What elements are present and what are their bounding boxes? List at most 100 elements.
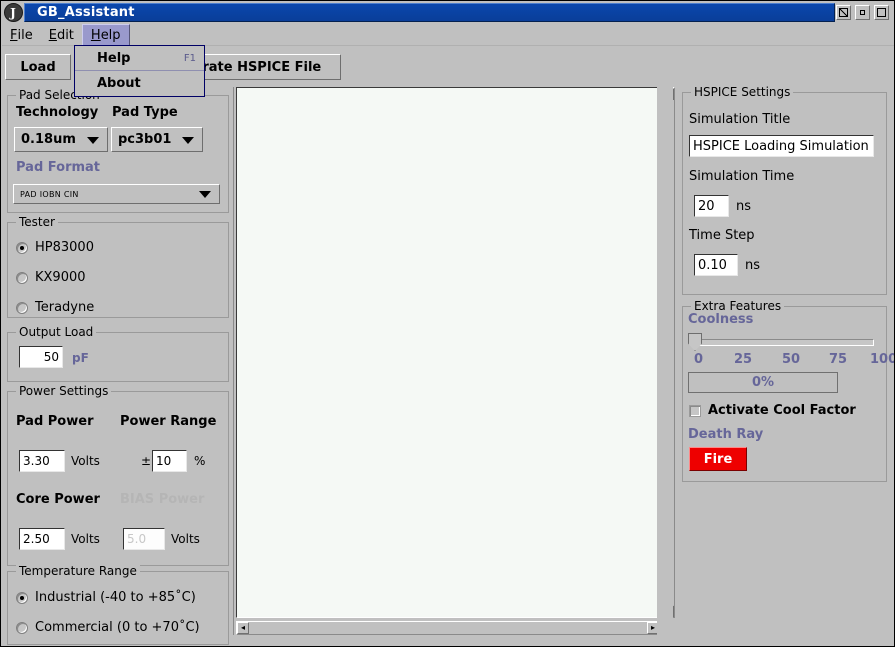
pad-format-value: PAD IOBN CIN [20, 189, 79, 199]
pad-power-units: Volts [71, 454, 100, 468]
tester-option-teradyne[interactable]: Teradyne [16, 300, 94, 315]
technology-value: 0.18um [21, 132, 76, 147]
simulation-title-label: Simulation Title [689, 112, 791, 127]
right-column: HSPICE Settings Simulation Title HSPICE … [677, 85, 894, 646]
schematic-canvas[interactable] [236, 87, 660, 618]
simulation-title-input[interactable]: HSPICE Loading Simulation [689, 135, 874, 157]
output-load-title: Output Load [16, 325, 97, 339]
power-settings-panel: Power Settings Pad Power Power Range 3.3… [7, 384, 229, 566]
technology-label: Technology [16, 105, 99, 120]
tester-option-hp83000-label: HP83000 [35, 240, 94, 255]
pad-selection-panel: Pad Selection Technology Pad Type 0.18um… [7, 88, 229, 213]
simulation-title-value: HSPICE Loading Simulation [693, 138, 869, 154]
coolness-label: Coolness [688, 312, 754, 327]
extra-features-title: Extra Features [691, 299, 785, 313]
activate-cool-factor-checkbox[interactable]: Activate Cool Factor [689, 403, 856, 418]
menu-edit-rest: dit [56, 27, 74, 43]
slider-thumb[interactable] [688, 333, 702, 351]
tester-option-hp83000[interactable]: HP83000 [16, 240, 94, 255]
menu-edit[interactable]: Edit [41, 24, 82, 45]
menu-item-help-accelerator: F1 [183, 52, 196, 64]
temperature-option-commercial-label: Commercial (0 to +70˚C) [35, 620, 200, 635]
slider-tick-100: 100 [870, 352, 895, 367]
chevron-down-icon [87, 136, 99, 144]
pad-type-combobox[interactable]: pc3b01 [111, 127, 203, 152]
fire-button[interactable]: Fire [689, 447, 747, 471]
menu-file[interactable]: File [2, 24, 41, 45]
coolness-slider[interactable]: 0 25 50 75 100 [686, 330, 894, 370]
slider-tick-labels: 0 25 50 75 100 [686, 352, 894, 368]
output-load-units: pF [72, 351, 89, 365]
radio-icon [16, 621, 28, 634]
simulation-time-label: Simulation Time [689, 169, 795, 184]
slider-tick-50: 50 [782, 352, 801, 367]
bias-power-units: Volts [171, 532, 200, 546]
time-step-value: 0.10 [698, 257, 727, 273]
menu-help[interactable]: Help [81, 24, 130, 45]
output-load-panel: Output Load 50 pF [7, 325, 229, 382]
simulation-time-input[interactable]: 20 [694, 195, 729, 217]
bias-power-label: BIAS Power [120, 492, 205, 507]
radio-icon [16, 241, 28, 254]
coolness-progress-text: 0% [751, 375, 775, 390]
time-step-label: Time Step [689, 228, 755, 243]
output-load-input[interactable]: 50 [19, 346, 63, 368]
maximize-icon [860, 10, 865, 15]
menu-item-help[interactable]: Help F1 [75, 46, 204, 71]
temperature-option-commercial[interactable]: Commercial (0 to +70˚C) [16, 620, 200, 635]
menu-help-rest: elp [100, 28, 121, 43]
hspice-settings-title: HSPICE Settings [691, 85, 794, 99]
title-bar-band[interactable]: GB_Assistant [24, 3, 835, 22]
pad-type-label: Pad Type [112, 105, 178, 120]
extra-features-panel: Extra Features Coolness 0 25 50 75 100 0… [682, 299, 894, 482]
java-cup-icon: J [3, 3, 23, 23]
pad-power-label: Pad Power [16, 414, 94, 429]
coolness-progress-bar: 0% [688, 372, 838, 393]
tester-option-kx9000-label: KX9000 [35, 270, 86, 285]
scroll-left-button[interactable]: ◂ [237, 622, 249, 634]
bias-power-value: 5.0 [127, 532, 147, 546]
chevron-down-icon [182, 136, 194, 144]
pad-format-label: Pad Format [16, 160, 101, 175]
core-power-input[interactable]: 2.50 [19, 528, 65, 550]
menu-file-rest: ile [17, 27, 33, 43]
output-load-value: 50 [43, 350, 59, 364]
slider-tick-75: 75 [829, 352, 848, 367]
maximize-button[interactable] [855, 5, 870, 20]
core-power-value: 2.50 [23, 532, 50, 546]
technology-combobox[interactable]: 0.18um [14, 127, 108, 152]
tester-option-teradyne-label: Teradyne [35, 300, 95, 315]
pad-power-value: 3.30 [23, 454, 50, 468]
temperature-range-title: Temperature Range [16, 564, 140, 578]
menu-item-help-label: Help [97, 50, 131, 66]
power-settings-title: Power Settings [16, 384, 112, 398]
core-power-units: Volts [71, 532, 100, 546]
minimize-button[interactable] [836, 5, 851, 20]
temperature-option-industrial[interactable]: Industrial (-40 to +85˚C) [16, 590, 196, 605]
pad-power-input[interactable]: 3.30 [19, 450, 65, 472]
death-ray-label: Death Ray [688, 427, 764, 442]
power-range-label: Power Range [120, 414, 217, 429]
minimize-icon [839, 8, 848, 17]
power-range-input[interactable]: 10 [152, 450, 187, 472]
canvas-horizontal-scrollbar[interactable]: ◂ ▸ [236, 621, 660, 635]
pad-format-combobox[interactable]: PAD IOBN CIN [13, 184, 220, 204]
simulation-time-units: ns [736, 199, 752, 214]
tester-option-kx9000[interactable]: KX9000 [16, 270, 86, 285]
load-button[interactable]: Load [5, 54, 71, 80]
menu-item-about[interactable]: About [75, 71, 204, 96]
restore-icon [877, 8, 886, 17]
window-title: GB_Assistant [37, 5, 135, 20]
activate-cool-factor-label: Activate Cool Factor [708, 403, 856, 418]
pad-type-value: pc3b01 [118, 132, 172, 147]
chevron-down-icon [199, 191, 211, 198]
restore-button[interactable] [874, 5, 889, 20]
radio-icon [16, 591, 28, 604]
hspice-settings-panel: HSPICE Settings Simulation Title HSPICE … [682, 85, 887, 295]
time-step-units: ns [745, 258, 761, 273]
application-window: J GB_Assistant File Edit Help Load Save … [0, 0, 895, 647]
time-step-input[interactable]: 0.10 [694, 254, 738, 276]
slider-track [698, 339, 874, 346]
bias-power-input: 5.0 [123, 528, 165, 550]
tester-title: Tester [16, 215, 58, 229]
